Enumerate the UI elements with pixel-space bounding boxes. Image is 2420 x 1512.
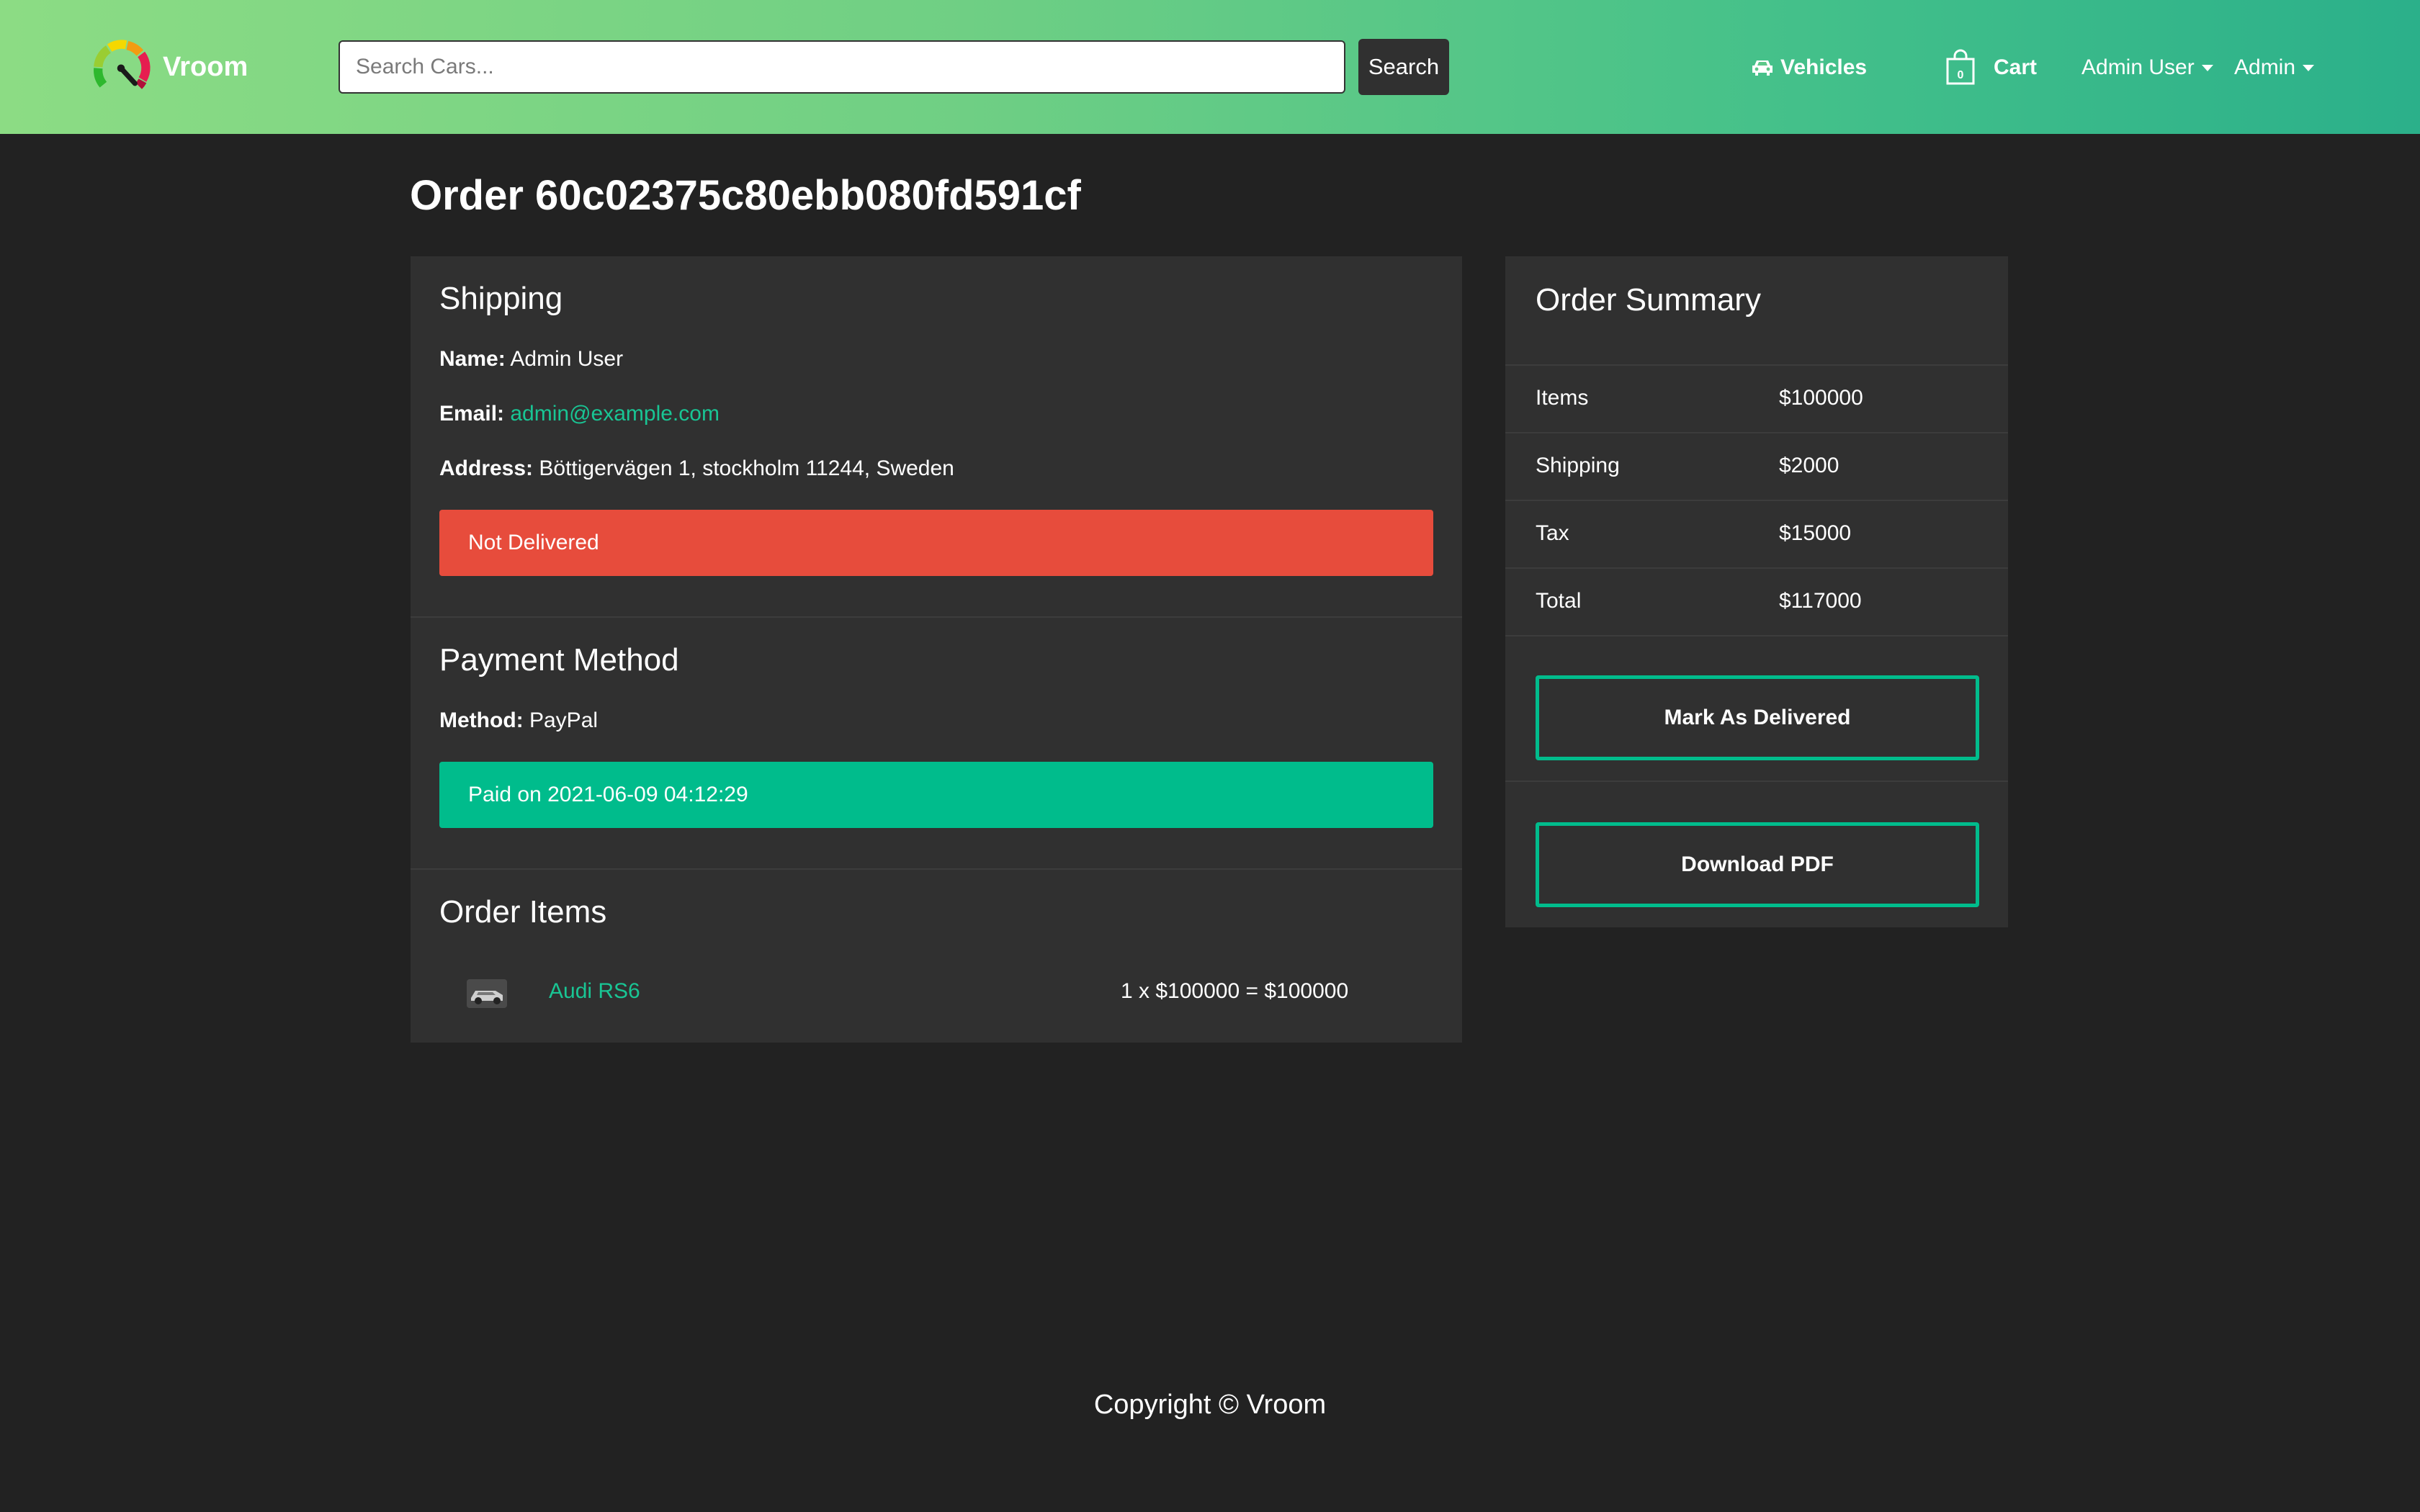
summary-row-label: Tax — [1536, 521, 1569, 545]
summary-row-label: Items — [1536, 386, 1589, 410]
payment-status-alert: Paid on 2021-06-09 04:12:29 — [439, 762, 1433, 828]
shopping-bag-icon: 0 — [1946, 49, 1975, 85]
navbar: Vroom Search Vehicles 0 Cart Admin User … — [0, 0, 2420, 134]
shipping-name-label: Name: — [439, 347, 506, 371]
payment-method-value: PayPal — [529, 708, 599, 732]
divider — [1505, 635, 2008, 636]
payment-status-text: Paid on 2021-06-09 04:12:29 — [468, 783, 748, 806]
footer-copyright: Copyright © Vroom — [1093, 1390, 1327, 1420]
shipping-address-value: Böttigervägen 1, stockholm 11244, Sweden — [539, 456, 954, 480]
nav-vehicles-label: Vehicles — [1780, 55, 1868, 79]
shipping-name-value: Admin User — [510, 347, 624, 371]
summary-row-value: $117000 — [1779, 589, 1862, 613]
shipping-heading: Shipping — [439, 281, 563, 316]
order-summary-heading: Order Summary — [1536, 282, 1761, 318]
brand-link[interactable]: Vroom — [89, 35, 248, 99]
page-title: Order 60c02375c80ebb080fd591cf — [410, 172, 1081, 219]
order-items-heading: Order Items — [439, 894, 607, 930]
shipping-email-label: Email: — [439, 402, 505, 426]
order-summary-card: Order Summary Items $100000 Shipping $20… — [1505, 256, 2008, 927]
brand-name: Vroom — [163, 51, 248, 82]
summary-row-label: Total — [1536, 589, 1582, 613]
download-pdf-button[interactable]: Download PDF — [1536, 822, 1979, 907]
summary-row-shipping: Shipping $2000 — [1505, 433, 2008, 500]
caret-down-icon — [2201, 64, 2213, 71]
delivery-status-text: Not Delivered — [468, 531, 599, 554]
order-item-calc: 1 x $100000 = $100000 — [1121, 979, 1349, 1003]
summary-row-tax: Tax $15000 — [1505, 501, 2008, 567]
nav-cart-label: Cart — [1994, 55, 2038, 79]
caret-down-icon — [2303, 64, 2315, 71]
cart-count: 0 — [1958, 69, 1964, 81]
payment-heading: Payment Method — [439, 642, 679, 678]
car-icon — [1752, 60, 1773, 76]
payment-method: Method: PayPal — [439, 708, 598, 733]
search-input[interactable] — [339, 40, 1345, 94]
shipping-address-label: Address: — [439, 456, 534, 480]
mark-delivered-button[interactable]: Mark As Delivered — [1536, 675, 1979, 760]
divider — [1505, 780, 2008, 782]
summary-row-value: $100000 — [1779, 386, 1863, 410]
summary-row-items: Items $100000 — [1505, 366, 2008, 432]
user-menu-label: Admin User — [2081, 55, 2195, 79]
order-item-name-link[interactable]: Audi RS6 — [549, 979, 640, 1004]
nav-cart-link[interactable]: 0 Cart — [1945, 43, 2037, 92]
payment-method-label: Method: — [439, 708, 524, 732]
car-thumbnail-image — [467, 979, 507, 1008]
shipping-address: Address: Böttigervägen 1, stockholm 1124… — [439, 456, 954, 481]
order-details-card: Shipping Name: Admin User Email: admin@e… — [411, 256, 1462, 1043]
nav-vehicles-link[interactable]: Vehicles — [1750, 43, 1867, 92]
shipping-email-link[interactable]: admin@example.com — [510, 402, 720, 426]
search-button[interactable]: Search — [1358, 39, 1449, 95]
summary-row-value: $2000 — [1779, 454, 1839, 477]
summary-row-label: Shipping — [1536, 454, 1620, 477]
section-divider — [411, 868, 1462, 870]
speedometer-logo-icon — [94, 40, 151, 89]
summary-row-value: $15000 — [1779, 521, 1852, 545]
shipping-email: Email: admin@example.com — [439, 402, 720, 426]
summary-row-total: Total $117000 — [1505, 569, 2008, 635]
user-menu-dropdown[interactable]: Admin User — [2081, 43, 2213, 92]
shipping-name: Name: Admin User — [439, 347, 623, 372]
delivery-status-alert: Not Delivered — [439, 510, 1433, 576]
admin-menu-label: Admin — [2234, 55, 2296, 79]
admin-menu-dropdown[interactable]: Admin — [2234, 43, 2315, 92]
section-divider — [411, 616, 1462, 618]
